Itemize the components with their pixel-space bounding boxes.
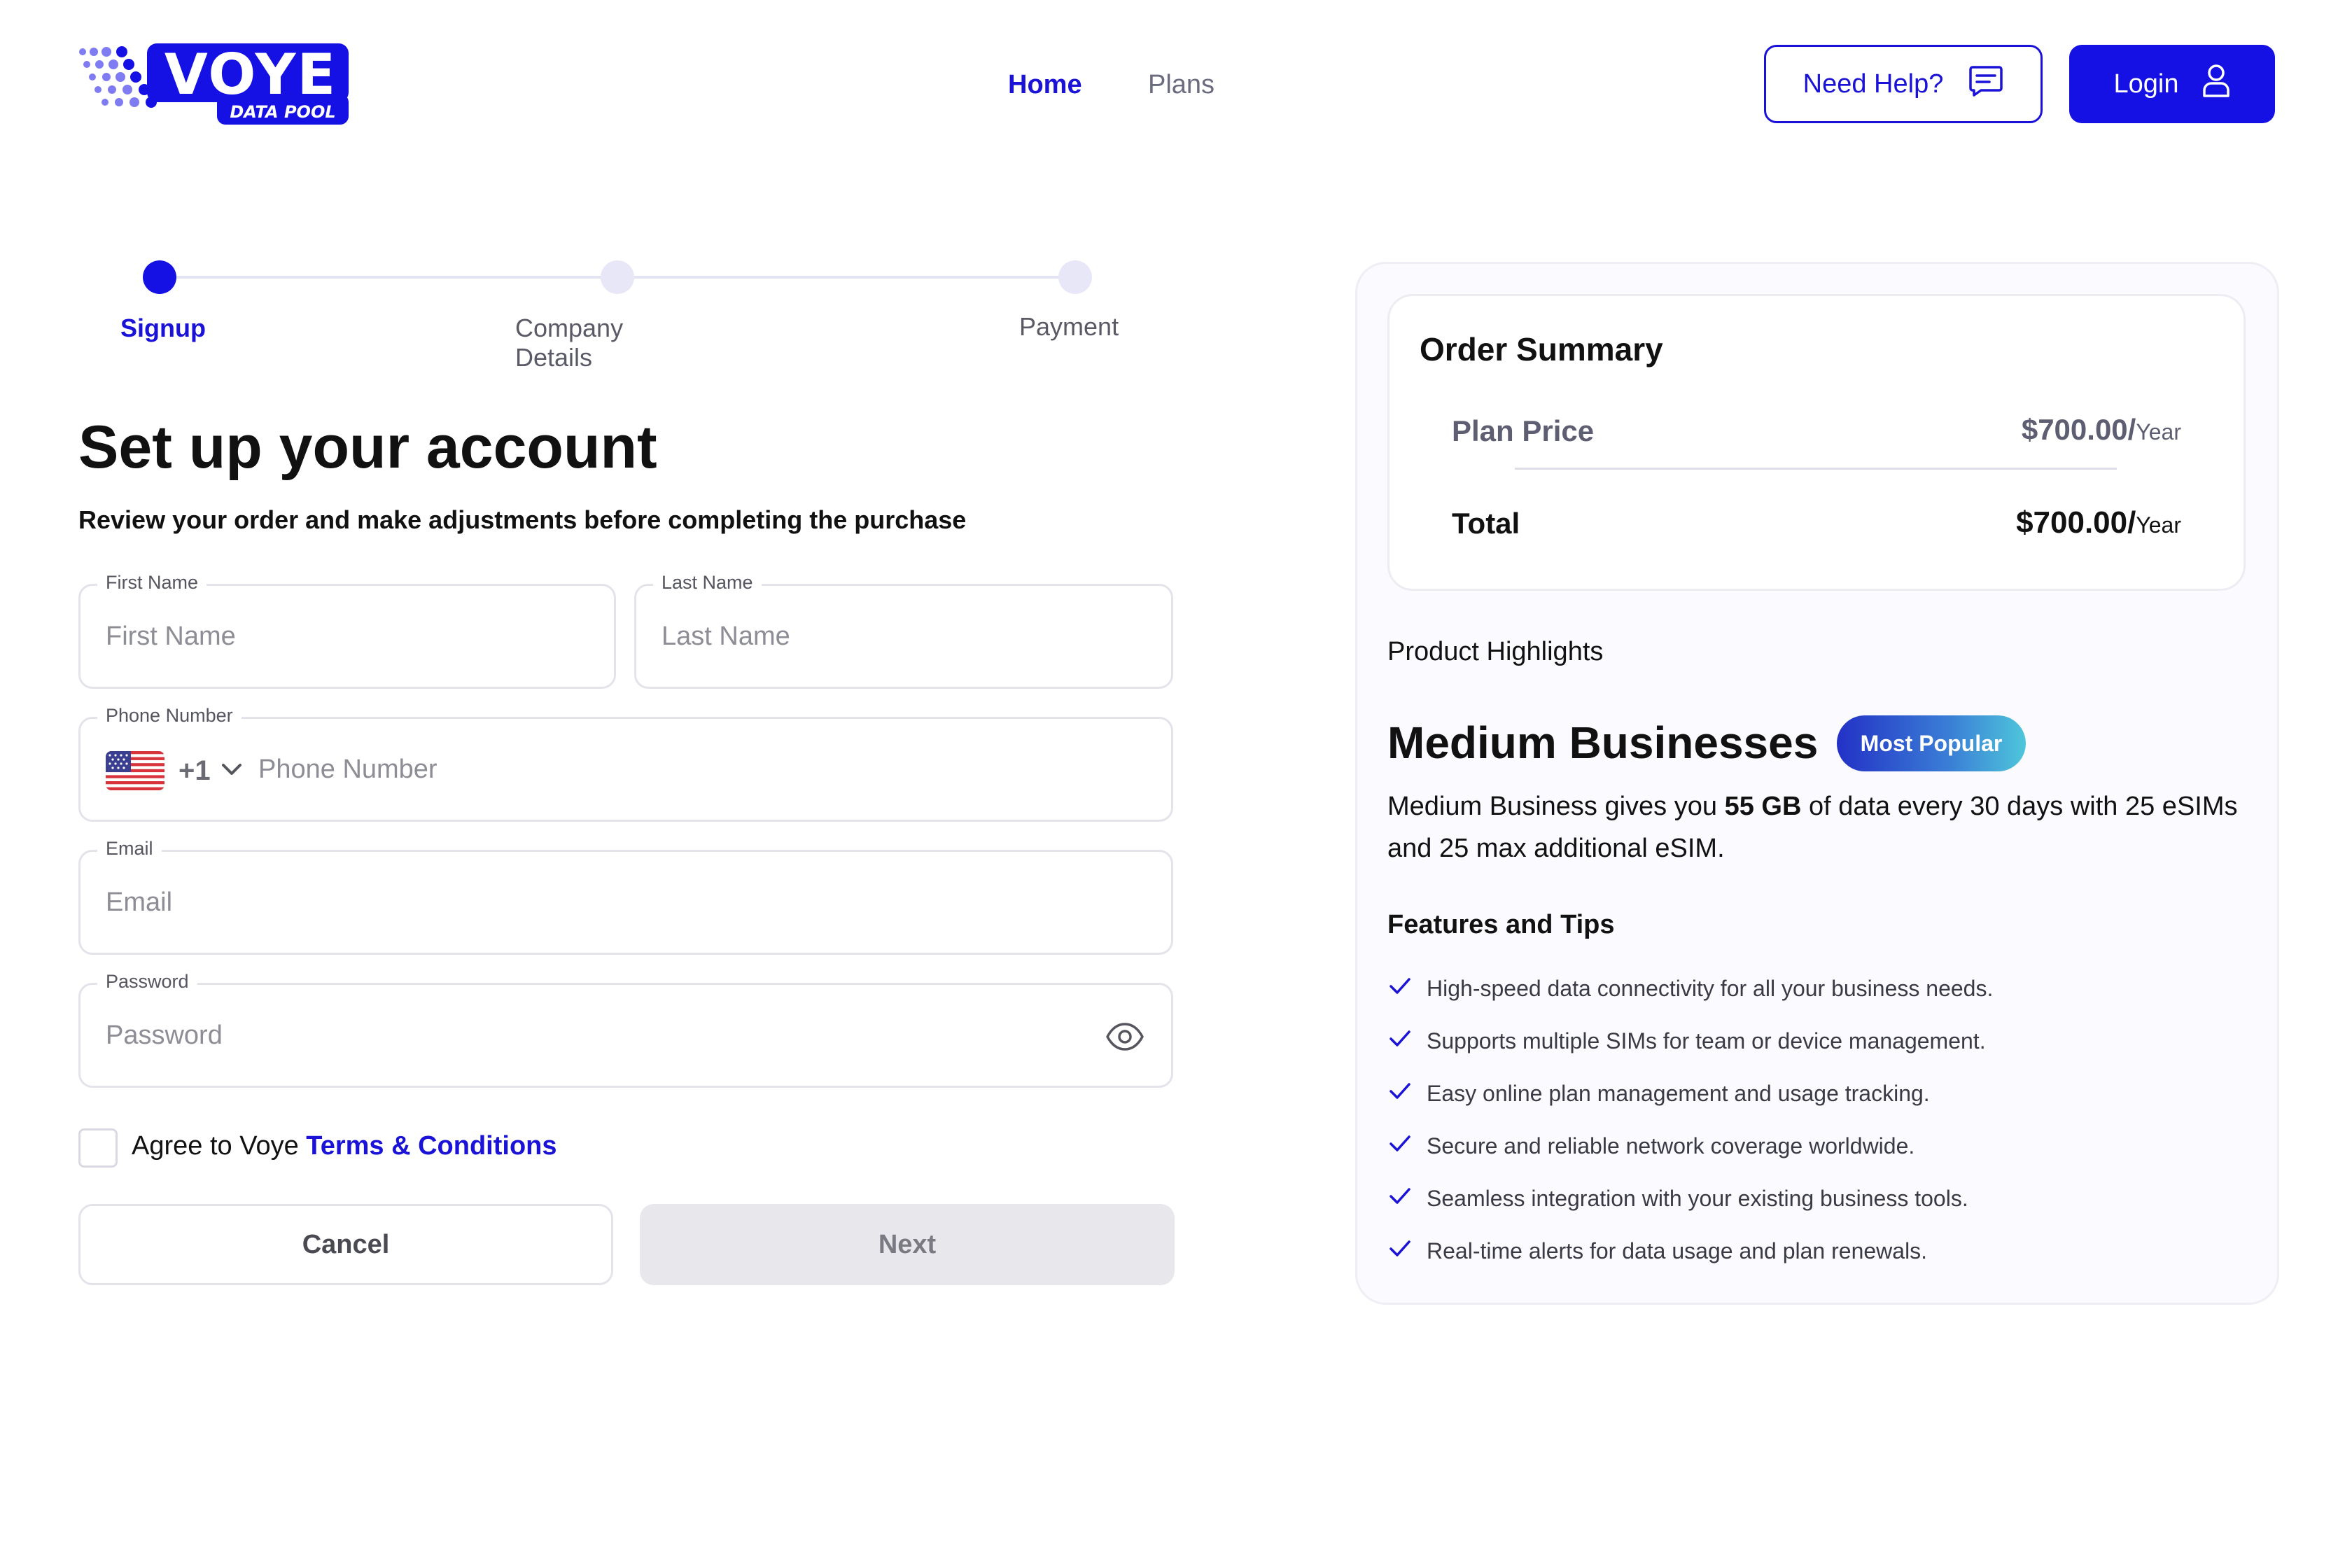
email-input[interactable] bbox=[104, 852, 1140, 953]
chat-bubble-icon bbox=[1968, 64, 2003, 104]
password-field: Password bbox=[78, 971, 1173, 1088]
step-label-signup: Signup bbox=[120, 314, 206, 342]
features-title: Features and Tips bbox=[1387, 910, 1615, 939]
nav-plans[interactable]: Plans bbox=[1148, 70, 1214, 100]
total-period: Year bbox=[2136, 512, 2181, 538]
password-input[interactable] bbox=[104, 985, 1084, 1086]
feature-item: Seamless integration with your existing … bbox=[1387, 1183, 1968, 1214]
plan-desc-data-amount: 55 GB bbox=[1724, 792, 1802, 821]
feature-item: Supports multiple SIMs for team or devic… bbox=[1387, 1026, 1986, 1056]
feature-item: High-speed data connectivity for all you… bbox=[1387, 973, 1993, 1004]
email-field: Email bbox=[78, 838, 1173, 955]
need-help-button[interactable]: Need Help? bbox=[1764, 45, 2043, 123]
last-name-field: Last Name bbox=[634, 572, 1173, 689]
plan-price-amount: $700.00/ bbox=[2021, 413, 2136, 446]
agree-text: Agree to Voye bbox=[132, 1131, 299, 1161]
feature-text: Supports multiple SIMs for team or devic… bbox=[1427, 1028, 1986, 1054]
eye-icon[interactable] bbox=[1105, 1021, 1144, 1052]
terms-conditions-link[interactable]: Terms & Conditions bbox=[306, 1131, 556, 1161]
phone-label: Phone Number bbox=[97, 705, 241, 727]
plan-desc-pre: Medium Business gives you bbox=[1387, 792, 1717, 821]
plan-price-value: $700.00/Year bbox=[2022, 413, 2181, 447]
step-label-payment: Payment bbox=[1019, 312, 1119, 341]
step-dot-company-details bbox=[601, 260, 634, 294]
agree-terms-checkbox[interactable] bbox=[78, 1128, 118, 1168]
first-name-input[interactable] bbox=[104, 586, 594, 687]
step-label-company-details: Company Details bbox=[515, 314, 624, 372]
total-amount: $700.00/ bbox=[2016, 505, 2136, 540]
login-button[interactable]: Login bbox=[2069, 45, 2275, 123]
feature-item: Real-time alerts for data usage and plan… bbox=[1387, 1236, 1927, 1266]
check-icon bbox=[1387, 1236, 1413, 1266]
step-dot-signup bbox=[143, 260, 176, 294]
first-name-field: First Name bbox=[78, 572, 616, 689]
last-name-input[interactable] bbox=[660, 586, 1150, 687]
check-icon bbox=[1387, 973, 1413, 1004]
agree-terms-text: Agree to Voye Terms & Conditions bbox=[132, 1131, 557, 1161]
plan-description: Medium Business gives you 55 GB of data … bbox=[1387, 785, 2248, 869]
feature-item: Easy online plan management and usage tr… bbox=[1387, 1078, 1930, 1109]
check-icon bbox=[1387, 1026, 1413, 1056]
logo-wordmark: VOYE bbox=[164, 43, 337, 107]
plan-price-period: Year bbox=[2136, 419, 2181, 444]
country-code-select[interactable]: +1 bbox=[106, 751, 244, 790]
plan-name: Medium Businesses bbox=[1387, 718, 1819, 768]
logo-subtext: DATA POOL bbox=[230, 102, 335, 122]
page-subtitle: Review your order and make adjustments b… bbox=[78, 505, 967, 534]
feature-text: Seamless integration with your existing … bbox=[1427, 1185, 1968, 1211]
product-highlights-label: Product Highlights bbox=[1387, 637, 1604, 666]
check-icon bbox=[1387, 1078, 1413, 1109]
check-icon bbox=[1387, 1130, 1413, 1161]
need-help-label: Need Help? bbox=[1802, 69, 1944, 99]
most-popular-badge: Most Popular bbox=[1837, 715, 2026, 771]
total-value: $700.00/Year bbox=[2016, 505, 2181, 540]
country-dial-code: +1 bbox=[178, 755, 211, 786]
page-title: Set up your account bbox=[78, 414, 657, 481]
order-divider bbox=[1515, 468, 2117, 470]
feature-item: Secure and reliable network coverage wor… bbox=[1387, 1130, 1914, 1161]
plan-price-label: Plan Price bbox=[1452, 414, 1595, 447]
nav-home[interactable]: Home bbox=[1008, 70, 1082, 100]
login-label: Login bbox=[2113, 69, 2179, 99]
feature-text: Easy online plan management and usage tr… bbox=[1427, 1080, 1930, 1106]
cancel-button[interactable]: Cancel bbox=[78, 1204, 613, 1285]
feature-text: High-speed data connectivity for all you… bbox=[1427, 975, 1994, 1001]
phone-field: Phone Number +1 bbox=[78, 705, 1173, 822]
check-icon bbox=[1387, 1183, 1413, 1214]
total-label: Total bbox=[1452, 507, 1520, 540]
feature-text: Secure and reliable network coverage wor… bbox=[1427, 1133, 1915, 1158]
user-icon bbox=[2202, 64, 2230, 104]
chevron-down-icon bbox=[219, 761, 244, 781]
phone-input[interactable] bbox=[257, 719, 1139, 820]
order-summary-title: Order Summary bbox=[1420, 331, 1663, 368]
brand-logo[interactable]: VOYE DATA POOL bbox=[77, 42, 350, 127]
next-button[interactable]: Next bbox=[640, 1204, 1175, 1285]
step-dot-payment bbox=[1058, 260, 1092, 294]
us-flag-icon bbox=[106, 751, 164, 790]
feature-text: Real-time alerts for data usage and plan… bbox=[1427, 1238, 1928, 1264]
